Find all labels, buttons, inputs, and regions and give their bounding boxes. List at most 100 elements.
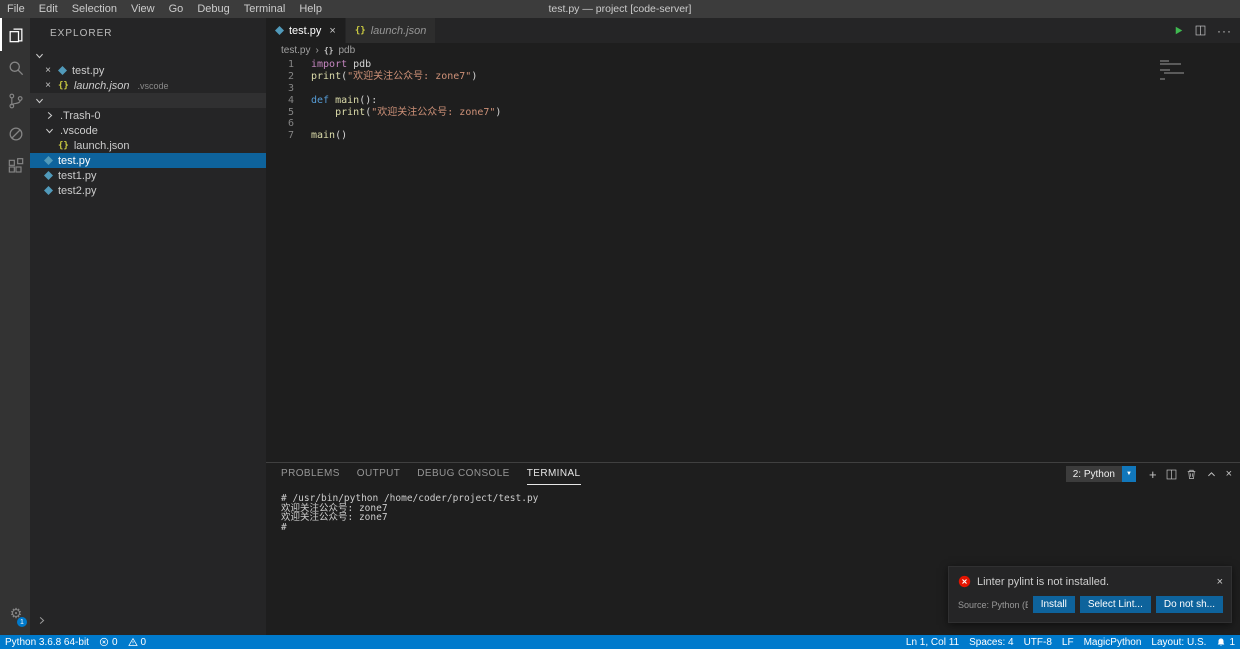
tree-item-vscode[interactable]: .vscode [30,123,266,138]
terminal-picker[interactable]: 2: Python ▼ [1066,466,1136,482]
tree-item-trash-0[interactable]: .Trash-0 [30,108,266,123]
split-editor-icon[interactable] [1195,25,1206,36]
tree-item-launch-json[interactable]: {}launch.json [30,138,266,153]
menu-go[interactable]: Go [162,3,191,15]
menu-view[interactable]: View [124,3,162,15]
status-encoding[interactable]: UTF-8 [1019,635,1057,649]
notification-button-select-lint[interactable]: Select Lint... [1080,596,1151,613]
menu-debug[interactable]: Debug [190,3,236,15]
close-panel-icon[interactable]: × [1226,468,1232,480]
code-editor[interactable]: 1import pdb2print("欢迎关注公众号: zone7")34def… [266,57,1240,462]
status-encoding-label: UTF-8 [1024,637,1052,648]
run-icon[interactable] [1173,25,1184,36]
chevron-right-icon [44,110,55,121]
notification-button-install[interactable]: Install [1033,596,1075,613]
status-notifications-bell[interactable]: 1 [1211,635,1240,649]
activity-extensions[interactable] [0,150,30,183]
notification-button-do-not-sh[interactable]: Do not sh... [1156,596,1223,613]
dropdown-arrow-icon: ▼ [1122,466,1136,482]
tree-item-test2-py[interactable]: test2.py [30,183,266,198]
new-terminal-icon[interactable]: + [1149,467,1157,482]
panel-tab-problems[interactable]: PROBLEMS [281,463,340,485]
open-editor-test-py[interactable]: ×test.py [30,63,266,78]
breadcrumb[interactable]: test.py › {} pdb [266,43,1240,57]
file-tree: .Trash-0 .vscode{}launch.json test.pytest1… [30,108,266,198]
status-cursor-position[interactable]: Ln 1, Col 11 [901,635,964,649]
code-token: print [335,107,365,118]
close-notification-icon[interactable]: × [1217,576,1223,588]
minimap[interactable] [1160,60,1224,81]
kill-terminal-icon[interactable] [1186,468,1197,480]
maximize-panel-icon[interactable] [1206,469,1217,480]
notification-source: Source: Python (Exte... [958,600,1028,610]
code-token: "欢迎关注公众号: zone7" [371,107,495,118]
explorer-sidebar: EXPLORER ×test.py×{}launch.json.vscode .… [30,18,266,635]
open-editor-launch-json[interactable]: ×{}launch.json.vscode [30,78,266,93]
status-problems-warnings[interactable]: 0 [123,635,152,649]
split-terminal-icon[interactable] [1166,469,1177,480]
tree-item-test-py[interactable]: test.py [30,153,266,168]
code-lines: 1import pdb2print("欢迎关注公众号: zone7")34def… [266,59,1240,142]
minimap-line [1160,78,1165,80]
tab-test-py[interactable]: test.py× [266,18,346,43]
more-actions-icon[interactable]: ··· [1217,24,1232,38]
settings-gear-button[interactable]: ⚙ 1 [0,596,30,629]
status-python-version-label: Python 3.6.8 64-bit [5,637,89,648]
error-icon [958,575,971,588]
menu-edit[interactable]: Edit [32,3,65,15]
activity-search[interactable] [0,51,30,84]
breadcrumb-symbol[interactable]: pdb [338,45,355,56]
chevron-down-icon [44,125,55,136]
tree-item-test1-py[interactable]: test1.py [30,168,266,183]
panel-actions: 2: Python ▼ + × [1066,466,1232,482]
chevron-right-icon [36,615,47,626]
notification-footer: Source: Python (Exte... Install Select Li… [949,592,1231,622]
tree-item-label: .vscode [60,125,98,137]
menu-selection[interactable]: Selection [65,3,124,15]
open-editors-list: ×test.py×{}launch.json.vscode [30,63,266,93]
status-problems-errors[interactable]: 0 [94,635,123,649]
sidebar-bottom-chevron[interactable] [36,613,47,631]
status-cursor-position-label: Ln 1, Col 11 [906,637,959,648]
tab-launch-json[interactable]: {}launch.json [346,18,437,43]
panel-tab-debug-console[interactable]: DEBUG CONSOLE [417,463,509,485]
menu-help[interactable]: Help [292,3,329,15]
code-token: "欢迎关注公众号: zone7" [347,71,471,82]
terminal-line: 欢迎关注公众号: zone7 [281,513,1240,523]
tree-item-label: test.py [58,155,90,167]
minimap-line [1160,63,1181,65]
panel-tab-terminal[interactable]: TERMINAL [527,463,581,485]
code-text: main() [311,130,347,142]
panel-tab-output[interactable]: OUTPUT [357,463,401,485]
line-number: 4 [266,95,294,107]
open-editors-header[interactable] [30,48,266,63]
status-eol[interactable]: LF [1057,635,1079,649]
source-control-icon [6,91,26,111]
sidebar-title: EXPLORER [30,18,266,48]
activity-explorer[interactable] [0,18,30,51]
activity-source-control[interactable] [0,84,30,117]
project-section-header[interactable] [30,93,266,108]
line-number: 2 [266,71,294,83]
close-icon[interactable]: × [43,65,53,76]
code-line-3: 3 [266,83,1240,95]
menu-file[interactable]: File [0,3,32,15]
status-eol-label: LF [1062,637,1074,648]
code-text: print("欢迎关注公众号: zone7") [311,107,501,119]
status-keyboard-layout[interactable]: Layout: U.S. [1146,635,1211,649]
activity-debug[interactable] [0,117,30,150]
close-tab-icon[interactable]: × [329,25,335,37]
line-number: 1 [266,59,294,71]
code-token: ) [471,71,477,82]
close-icon[interactable]: × [43,80,53,91]
code-line-6: 6 [266,118,1240,130]
menu-terminal[interactable]: Terminal [237,3,293,15]
status-language-mode[interactable]: MagicPython [1079,635,1147,649]
breadcrumb-file[interactable]: test.py [281,45,310,56]
status-problems-warnings-label: 0 [141,637,147,648]
status-indentation[interactable]: Spaces: 4 [964,635,1018,649]
tree-item-label: test2.py [58,185,97,197]
status-bar-left: Python 3.6.8 64-bit 0 0 [0,635,151,649]
status-python-version[interactable]: Python 3.6.8 64-bit [0,635,94,649]
code-text: import pdb [311,59,371,71]
